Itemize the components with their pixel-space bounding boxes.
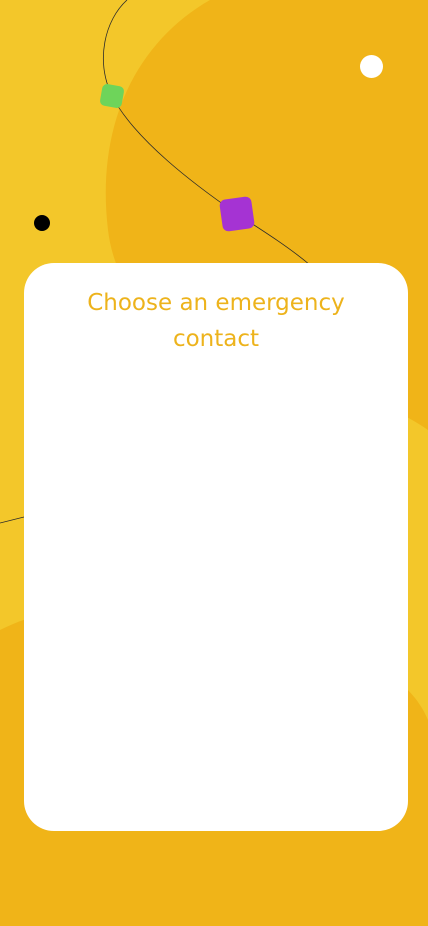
contact-chooser-card: Choose an emergency contact <box>24 263 408 831</box>
emergency-contact-screen: Choose an emergency contact <box>0 0 428 926</box>
page-title: Choose an emergency contact <box>87 290 345 352</box>
black-dot-icon <box>34 215 50 231</box>
white-dot-icon <box>360 55 383 78</box>
decorative-path-line-left <box>0 516 25 524</box>
green-square-icon <box>99 83 125 109</box>
purple-square-icon <box>218 195 256 233</box>
